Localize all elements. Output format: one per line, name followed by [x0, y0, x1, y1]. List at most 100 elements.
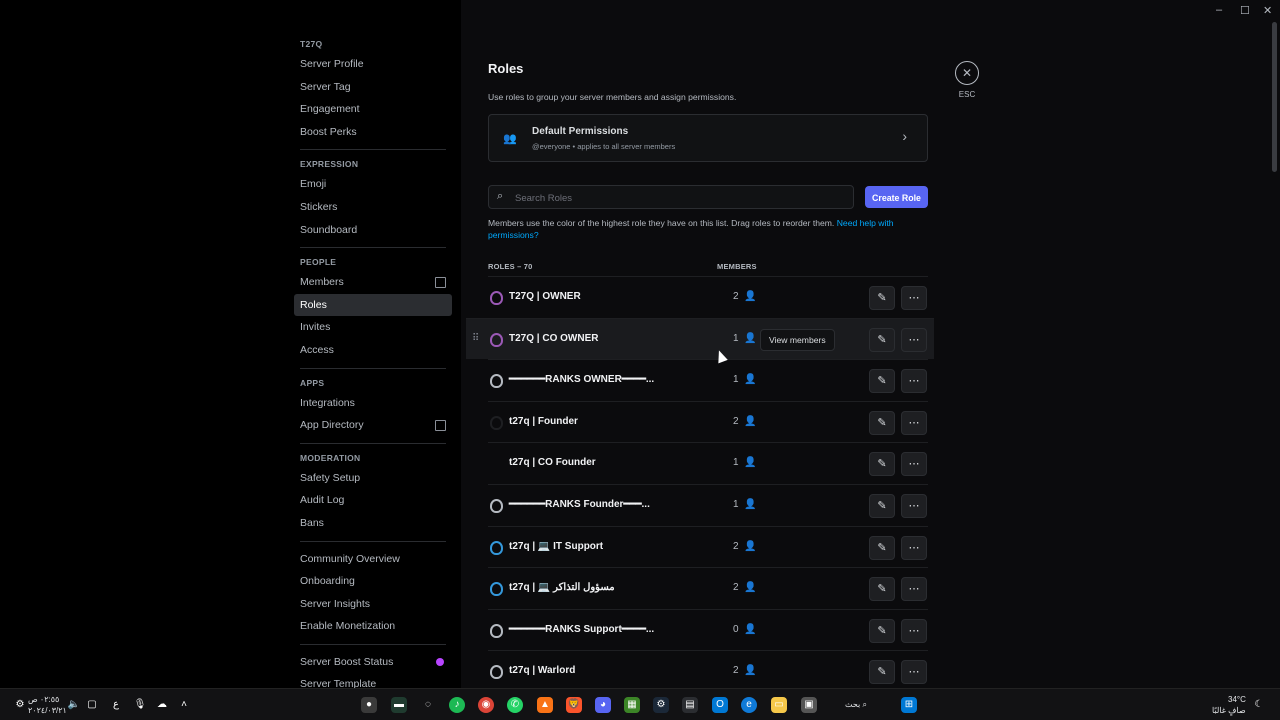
- edit-role-button[interactable]: ✎: [869, 327, 895, 352]
- app-icon[interactable]: ◌: [420, 697, 436, 713]
- more-options-button[interactable]: ⋯: [901, 493, 927, 518]
- more-options-button[interactable]: ⋯: [901, 286, 927, 310]
- sidebar-item-invites[interactable]: Invites: [294, 316, 452, 339]
- more-options-button[interactable]: ⋯: [901, 618, 927, 643]
- sidebar-item-access[interactable]: Access: [294, 339, 452, 362]
- edit-role-button[interactable]: ✎: [869, 577, 895, 602]
- sidebar-item-onboarding[interactable]: Onboarding: [294, 570, 452, 593]
- edit-role-button[interactable]: ✎: [869, 535, 895, 560]
- brave-icon[interactable]: 🦁: [566, 697, 582, 713]
- more-options-button[interactable]: ⋯: [901, 535, 927, 560]
- chrome-icon[interactable]: ◉: [478, 697, 494, 713]
- network-icon[interactable]: ▢: [84, 697, 100, 713]
- edit-role-button[interactable]: ✎: [869, 286, 895, 310]
- sidebar-item-community-overview[interactable]: Community Overview: [294, 548, 452, 571]
- sidebar-item-members[interactable]: Members: [294, 271, 452, 294]
- sidebar-item-server-profile[interactable]: Server Profile: [294, 53, 452, 76]
- edit-role-button[interactable]: ✎: [869, 369, 895, 394]
- file-explorer-icon[interactable]: ▭: [771, 697, 787, 713]
- sidebar-item-app-directory[interactable]: App Directory: [294, 414, 452, 437]
- more-options-button[interactable]: ⋯: [901, 660, 927, 685]
- taskbar-search[interactable]: بحث ⌕: [845, 700, 867, 710]
- recording-app-icon[interactable]: ●: [361, 697, 377, 713]
- more-options-button[interactable]: ⋯: [901, 327, 927, 352]
- taskbar-date[interactable]: ٢٠٢٤/٠٣/٢١: [28, 706, 67, 715]
- sidebar-item-stickers[interactable]: Stickers: [294, 196, 452, 219]
- drag-handle-icon[interactable]: ⠿: [472, 333, 479, 344]
- members-column-header: MEMBERS: [717, 262, 757, 271]
- spotify-icon[interactable]: ♪: [449, 697, 465, 713]
- scrollbar[interactable]: [1272, 22, 1277, 172]
- role-row[interactable]: T27Q | OWNER 2 👤 ✎ ⋯: [488, 276, 928, 318]
- sidebar-item-enable-monetization[interactable]: Enable Monetization: [294, 615, 452, 638]
- role-row[interactable]: ━━━━━━RANKS OWNER━━━━... 1 👤 ✎ ⋯: [488, 359, 928, 401]
- task-view-icon[interactable]: ▣: [801, 697, 817, 713]
- close-settings-button[interactable]: ✕: [955, 61, 979, 85]
- more-options-button[interactable]: ⋯: [901, 452, 927, 477]
- more-options-button[interactable]: ⋯: [901, 369, 927, 394]
- role-row[interactable]: t27q | 💻 IT Support 2 👤 ✎ ⋯: [488, 525, 928, 568]
- role-member-count[interactable]: 1: [733, 333, 739, 344]
- person-icon[interactable]: 👤: [744, 333, 756, 344]
- chevron-up-icon[interactable]: ˄: [176, 697, 192, 713]
- discord-icon[interactable]: ◕: [595, 697, 611, 713]
- sidebar-item-server-tag[interactable]: Server Tag: [294, 76, 452, 99]
- outlook-icon[interactable]: O: [712, 697, 728, 713]
- role-name: T27Q | CO OWNER: [509, 332, 599, 344]
- section-title-people: PEOPLE: [300, 257, 337, 268]
- chevron-right-icon: ›: [902, 128, 907, 144]
- edit-role-button[interactable]: ✎: [869, 410, 895, 435]
- edit-role-button[interactable]: ✎: [869, 452, 895, 477]
- microphone-icon[interactable]: 🎙: [132, 697, 148, 713]
- onedrive-icon[interactable]: ☁: [154, 697, 170, 713]
- sidebar-item-server-boost-status[interactable]: Server Boost Status: [294, 651, 452, 674]
- taskbar-time[interactable]: ٠٢:٥٥ ص: [28, 695, 59, 704]
- sidebar-item-bans[interactable]: Bans: [294, 512, 452, 535]
- role-row[interactable]: t27q | 💻 مسؤول التذاكر 2 👤 ✎ ⋯: [488, 567, 928, 609]
- sidebar-item-safety-setup[interactable]: Safety Setup: [294, 467, 452, 490]
- role-shield-icon: [490, 498, 503, 513]
- app-icon[interactable]: ▲: [537, 697, 553, 713]
- steam-icon[interactable]: ⚙: [653, 697, 669, 713]
- search-roles-box[interactable]: ⌕: [488, 185, 854, 209]
- role-row[interactable]: ━━━━━━RANKS Support━━━━... 0 👤 ✎ ⋯: [488, 608, 928, 651]
- app-icon[interactable]: ▬: [391, 697, 407, 713]
- create-role-button[interactable]: Create Role: [865, 186, 928, 208]
- weather-temp[interactable]: 34°C: [1228, 695, 1246, 704]
- weather-moon-icon[interactable]: ☾: [1251, 697, 1267, 713]
- minecraft-icon[interactable]: ▦: [624, 697, 640, 713]
- role-row[interactable]: t27q | CO Founder 1 👤 ✎ ⋯: [488, 442, 928, 484]
- sidebar-item-engagement[interactable]: Engagement: [294, 98, 452, 121]
- search-roles-input[interactable]: [513, 189, 837, 207]
- more-dots-icon: ⋯: [908, 624, 920, 637]
- weather-desc[interactable]: صافٍ غالبًا: [1212, 706, 1246, 715]
- edge-icon[interactable]: e: [741, 697, 757, 713]
- minimize-button[interactable]: –: [1216, 4, 1222, 16]
- more-dots-icon: ⋯: [908, 333, 920, 346]
- sidebar-item-soundboard[interactable]: Soundboard: [294, 219, 452, 242]
- store-icon[interactable]: ▤: [682, 697, 698, 713]
- windows-start-icon[interactable]: ⊞: [901, 697, 917, 713]
- settings-gear-icon[interactable]: ⚙: [12, 697, 28, 713]
- edit-role-button[interactable]: ✎: [869, 493, 895, 518]
- speaker-icon[interactable]: 🔈: [66, 697, 82, 713]
- role-row[interactable]: ━━━━━━RANKS Founder━━━... 1 👤 ✎ ⋯: [488, 483, 928, 526]
- edit-role-button[interactable]: ✎: [869, 618, 895, 643]
- more-options-button[interactable]: ⋯: [901, 410, 927, 435]
- more-options-button[interactable]: ⋯: [901, 577, 927, 602]
- role-row[interactable]: t27q | Warlord 2 👤 ✎ ⋯: [488, 650, 928, 692]
- keyboard-language-indicator[interactable]: ع: [108, 697, 124, 713]
- sidebar-item-roles[interactable]: Roles: [294, 293, 452, 317]
- whatsapp-icon[interactable]: ✆: [507, 697, 523, 713]
- sidebar-item-integrations[interactable]: Integrations: [294, 392, 452, 415]
- sidebar-item-audit-log[interactable]: Audit Log: [294, 489, 452, 512]
- edit-role-button[interactable]: ✎: [869, 660, 895, 685]
- role-row[interactable]: t27q | Founder 2 👤 ✎ ⋯: [488, 400, 928, 443]
- sidebar-item-boost-perks[interactable]: Boost Perks: [294, 121, 452, 144]
- role-row[interactable]: ⠿ T27Q | CO OWNER 1 👤 View members ✎ ⋯: [466, 317, 934, 360]
- default-permissions-card[interactable]: 👥 Default Permissions @everyone • applie…: [488, 114, 928, 162]
- close-window-button[interactable]: ✕: [1263, 4, 1272, 17]
- maximize-button[interactable]: ☐: [1240, 4, 1250, 17]
- sidebar-item-emoji[interactable]: Emoji: [294, 173, 452, 196]
- sidebar-item-server-insights[interactable]: Server Insights: [294, 593, 452, 616]
